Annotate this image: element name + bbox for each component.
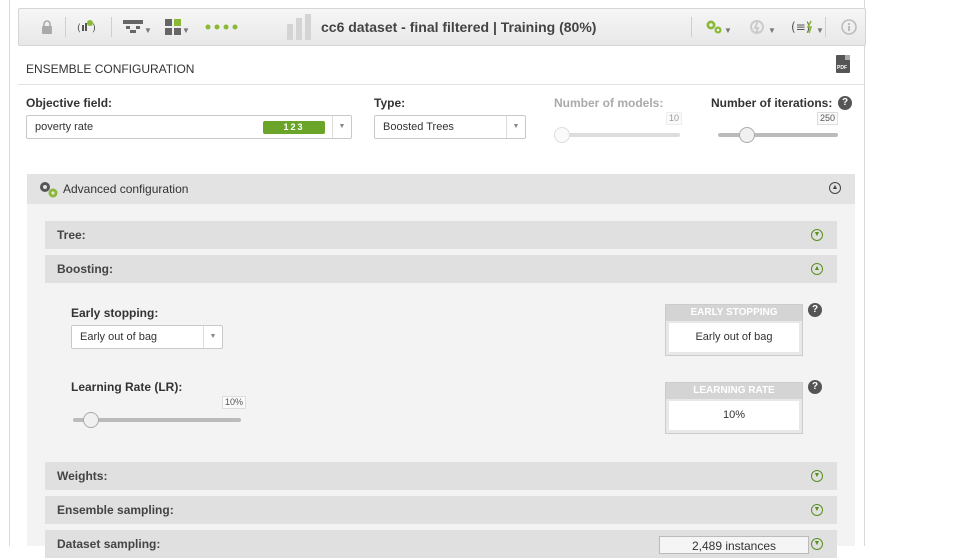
ensemble-panel: () ▼ ▼ cc6 dataset - final filtered | Tr… [9, 0, 866, 558]
tree-structure-icon[interactable]: ▼ [123, 9, 152, 45]
learning-rate-label: Learning Rate (LR): [71, 380, 183, 394]
dataset-config-icon[interactable]: ▼ [165, 9, 190, 45]
numeric-type-badge: 123 [263, 121, 325, 134]
chevron-down-icon: ▼ [816, 25, 824, 35]
chevron-down-icon: ▼ [768, 25, 776, 35]
collapse-icon[interactable]: ▲ [829, 182, 841, 194]
ensemble-sampling-section-title: Ensemble sampling: [57, 503, 174, 517]
tree-section-title: Tree: [57, 228, 86, 242]
expand-icon[interactable]: ▼ [811, 538, 823, 550]
learning-rate-summary-value: 10% [669, 401, 799, 430]
ensemble-sampling-section-header[interactable]: Ensemble sampling: ▼ [45, 496, 837, 524]
early-stopping-select[interactable]: Early out of bag ▼ [71, 325, 223, 349]
divider [18, 84, 864, 85]
early-stopping-label: Early stopping: [71, 306, 159, 320]
help-icon[interactable]: ? [808, 303, 822, 317]
number-of-iterations-value: 250 [817, 112, 839, 125]
svg-text:): ) [92, 23, 96, 34]
chevron-down-icon[interactable]: ▼ [506, 116, 525, 138]
dataset-sampling-section-title: Dataset sampling: [57, 537, 161, 551]
configure-gears-icon[interactable]: ▼ [705, 9, 732, 45]
help-icon[interactable]: ? [838, 96, 852, 110]
chevron-down-icon: ▼ [724, 25, 732, 35]
section-title: ENSEMBLE CONFIGURATION [26, 62, 195, 76]
svg-text:(: ( [77, 23, 81, 34]
expand-icon[interactable]: ▼ [811, 229, 823, 241]
formula-icon[interactable]: (≡) ▼ [791, 9, 824, 45]
objective-field-select[interactable]: poverty rate 123 ▼ [26, 115, 352, 139]
expand-icon[interactable]: ▼ [811, 504, 823, 516]
advanced-configuration-title: Advanced configuration [63, 182, 189, 196]
expand-icon[interactable]: ▼ [811, 470, 823, 482]
advanced-configuration-section: Advanced configuration ▲ Tree: ▼ Boostin… [27, 174, 855, 558]
learning-rate-value: 10% [222, 396, 247, 409]
type-label: Type: [374, 96, 406, 110]
objective-field-value: poverty rate [35, 121, 94, 133]
chevron-down-icon: ▼ [182, 25, 190, 35]
toolbar: () ▼ ▼ cc6 dataset - final filtered | Tr… [18, 8, 866, 46]
type-value: Boosted Trees [383, 121, 454, 133]
dataset-sampling-section-header[interactable]: Dataset sampling: 2,489 instances ▼ [45, 530, 837, 558]
number-of-models-handle [554, 127, 570, 143]
gears-icon [39, 181, 59, 204]
chevron-down-icon[interactable]: ▼ [332, 116, 351, 138]
early-stopping-summary-title: EARLY STOPPING [666, 305, 802, 321]
progress-dots-icon [205, 9, 239, 45]
pdf-icon[interactable]: PDF [836, 55, 850, 73]
number-of-models-slider [556, 133, 680, 137]
objective-field-label: Objective field: [26, 96, 113, 110]
early-stopping-value: Early out of bag [80, 331, 158, 343]
learning-rate-summary-box: LEARNING RATE 10% [665, 382, 803, 434]
advanced-configuration-header[interactable]: Advanced configuration ▲ [27, 174, 855, 204]
boosting-section-body: Early stopping: Early out of bag ▼ EARLY… [45, 284, 837, 458]
boosting-section-title: Boosting: [57, 262, 113, 276]
number-of-iterations-handle[interactable] [739, 127, 755, 143]
dataset-title: cc6 dataset - final filtered | Training … [321, 19, 597, 35]
learning-rate-handle[interactable] [83, 412, 99, 428]
model-signal-icon[interactable]: () [77, 9, 99, 45]
info-icon[interactable] [841, 9, 857, 45]
number-of-iterations-slider[interactable] [718, 133, 838, 137]
one-click-icon[interactable]: ▼ [749, 9, 776, 45]
boosting-section-header[interactable]: Boosting: ▲ [45, 255, 837, 283]
learning-rate-summary-title: LEARNING RATE [666, 383, 802, 399]
early-stopping-summary-value: Early out of bag [669, 323, 799, 352]
number-of-iterations-label: Number of iterations: [711, 96, 833, 110]
chevron-down-icon[interactable]: ▼ [203, 326, 222, 348]
early-stopping-summary-box: EARLY STOPPING Early out of bag [665, 304, 803, 356]
collapse-icon[interactable]: ▲ [811, 263, 823, 275]
instances-count: 2,489 instances [659, 536, 809, 554]
help-icon[interactable]: ? [808, 380, 822, 394]
number-of-models-label: Number of models: [554, 96, 664, 110]
weights-section-header[interactable]: Weights: ▼ [45, 462, 837, 490]
chevron-down-icon: ▼ [144, 25, 152, 35]
dataset-bars-icon [287, 9, 313, 45]
weights-section-title: Weights: [57, 469, 108, 483]
tree-section-header[interactable]: Tree: ▼ [45, 221, 837, 249]
type-select[interactable]: Boosted Trees ▼ [374, 115, 526, 139]
number-of-models-value: 10 [666, 112, 683, 125]
lock-icon[interactable] [41, 9, 53, 45]
